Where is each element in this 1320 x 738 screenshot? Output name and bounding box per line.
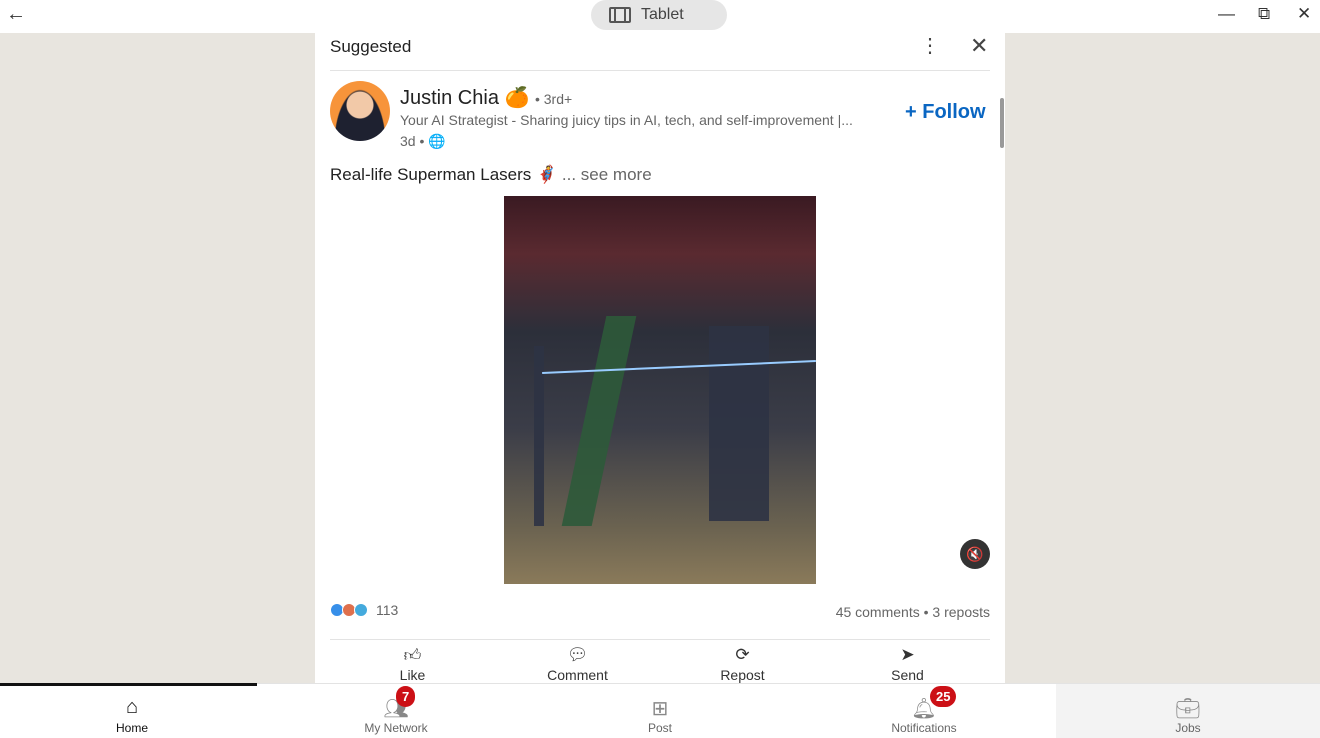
plus-square-icon: ⊞ xyxy=(651,698,669,720)
tablet-mode-button[interactable]: Tablet xyxy=(591,0,727,30)
comment-label: Comment xyxy=(547,667,608,683)
author-headline: Your AI Strategist - Sharing juicy tips … xyxy=(400,112,853,128)
tablet-icon xyxy=(609,7,631,23)
globe-icon: 🌐 xyxy=(428,133,446,149)
reaction-count: 113 xyxy=(376,602,399,618)
nav-post[interactable]: ⊞ Post xyxy=(528,684,792,738)
comment-icon: 💬︎ xyxy=(566,645,589,664)
author-name[interactable]: Justin Chia 🍊 • 3rd+ xyxy=(400,85,572,110)
mute-icon[interactable]: 🔇 xyxy=(960,539,990,569)
follow-label: Follow xyxy=(922,101,986,123)
see-more-link[interactable]: ... see more xyxy=(562,165,652,184)
close-window-icon[interactable]: ✕ xyxy=(1297,4,1311,24)
nav-label: Home xyxy=(115,721,148,735)
comments-reposts-count[interactable]: 45 comments • 3 reposts xyxy=(836,604,990,620)
nav-label: Post xyxy=(647,721,672,735)
like-label: Like xyxy=(399,667,426,683)
restore-icon[interactable]: ⧉ xyxy=(1258,4,1270,24)
post-video[interactable] xyxy=(504,196,816,584)
suggested-label: Suggested xyxy=(330,37,412,56)
feed-post-card: Suggested ⋮ ✕ Justin Chia 🍊 • 3rd+ Your … xyxy=(315,33,1005,683)
like-button[interactable]: 👍︎ Like xyxy=(330,645,495,683)
briefcase-icon: 💼︎ xyxy=(1175,698,1201,720)
thumbs-up-icon: 👍︎ xyxy=(403,646,422,665)
video-plate xyxy=(561,316,637,526)
send-label: Send xyxy=(891,667,924,683)
send-icon: ➤ xyxy=(900,645,915,664)
tablet-label: Tablet xyxy=(641,6,684,23)
video-plate xyxy=(709,326,769,521)
bottom-nav: ⌂ Home 👥︎ 7 My Network ⊞ Post 🔔︎ 25 Notificati… xyxy=(0,683,1320,738)
post-actions: 👍︎ Like 💬︎ Comment ⟳ Repost ➤ Send xyxy=(330,645,990,683)
nav-my-network[interactable]: 👥︎ 7 My Network xyxy=(264,684,528,738)
divider xyxy=(330,70,990,71)
post-age: 3d • xyxy=(400,133,425,149)
nav-home[interactable]: ⌂ Home xyxy=(0,684,264,738)
more-options-icon[interactable]: ⋮ xyxy=(920,33,940,58)
notifications-badge: 25 xyxy=(930,686,957,707)
dismiss-icon[interactable]: ✕ xyxy=(970,33,988,59)
repost-button[interactable]: ⟳ Repost xyxy=(660,645,825,683)
orange-emoji: 🍊 xyxy=(504,87,530,109)
nav-jobs[interactable]: 💼︎ Jobs xyxy=(1056,684,1320,738)
post-text: Real-life Superman Lasers 🦸 ... see more xyxy=(330,165,652,185)
network-badge: 7 xyxy=(396,686,416,707)
laser-beam xyxy=(542,360,816,374)
repost-icon: ⟳ xyxy=(735,645,750,664)
comment-button[interactable]: 💬︎ Comment xyxy=(495,645,660,683)
home-icon: ⌂ xyxy=(125,696,139,718)
follow-button[interactable]: + Follow xyxy=(905,101,986,124)
post-meta: 3d • 🌐 xyxy=(400,133,446,150)
scrollbar[interactable] xyxy=(1000,98,1004,148)
divider xyxy=(330,639,990,640)
window-titlebar: ← Tablet — ⧉ ✕ xyxy=(0,0,1320,33)
author-name-text: Justin Chia xyxy=(400,87,499,109)
nav-label: My Network xyxy=(364,721,428,735)
connection-degree: • 3rd+ xyxy=(534,91,573,107)
insightful-reaction-icon xyxy=(354,603,368,617)
bell-icon: 🔔︎ xyxy=(911,698,937,720)
nav-label: Jobs xyxy=(1175,721,1201,735)
avatar[interactable] xyxy=(330,81,390,141)
minimize-icon[interactable]: — xyxy=(1218,4,1235,24)
post-body: Real-life Superman Lasers 🦸 xyxy=(330,165,558,184)
repost-label: Repost xyxy=(720,667,765,683)
send-button[interactable]: ➤ Send xyxy=(825,645,990,683)
nav-notifications[interactable]: 🔔︎ 25 Notifications xyxy=(792,684,1056,738)
nav-label: Notifications xyxy=(891,721,957,735)
back-arrow-icon[interactable]: ← xyxy=(6,3,26,26)
reactions-summary[interactable]: 113 xyxy=(330,602,398,618)
